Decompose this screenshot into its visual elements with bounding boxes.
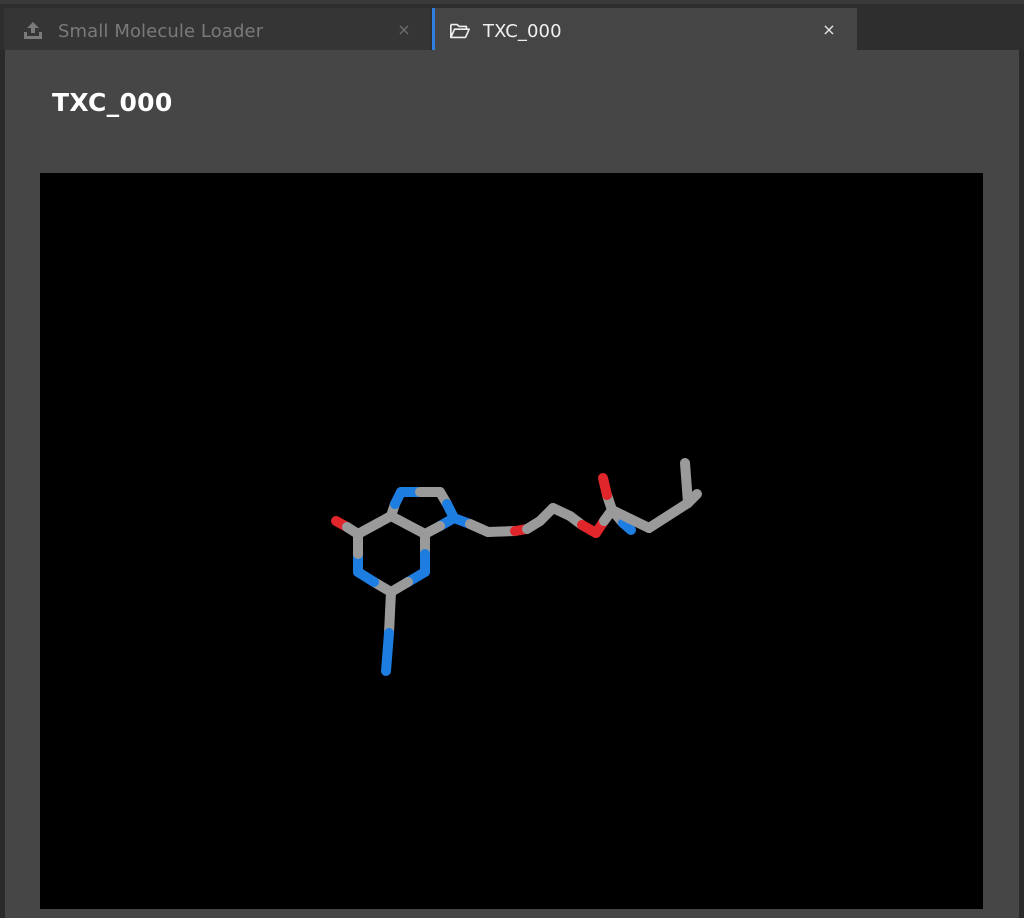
bond-cb-cg2 — [683, 489, 702, 508]
close-icon[interactable]: × — [394, 20, 414, 40]
tab-small-molecule-loader[interactable]: Small Molecule Loader × — [4, 8, 430, 54]
folder-open-icon — [449, 21, 471, 41]
molecule-structure[interactable] — [40, 173, 983, 909]
bond-c2-n2 — [384, 587, 396, 638]
close-icon[interactable]: × — [819, 20, 839, 40]
tab-label: Small Molecule Loader — [58, 20, 264, 42]
tab-txc-000[interactable]: TXC_000 × — [432, 8, 857, 54]
bond-n9-c4 — [420, 521, 445, 539]
bond-ca-cb — [644, 498, 693, 533]
tab-bar: Small Molecule Loader × TXC_000 × — [0, 0, 1024, 54]
bond-c6-c5 — [353, 511, 396, 539]
window-edge-right — [1019, 50, 1024, 918]
page-title: TXC_000 — [52, 88, 173, 117]
bond-ccarb-oc — [598, 473, 612, 500]
upload-icon — [22, 21, 44, 41]
molecule-panel: TXC_000 — [5, 50, 1019, 918]
app-window: Small Molecule Loader × TXC_000 × TXC_00… — [0, 0, 1024, 918]
bond-c5-c4 — [386, 511, 430, 539]
molecule-3d-viewer[interactable] — [40, 173, 983, 909]
bond-c2-n2 — [381, 628, 394, 676]
tab-label: TXC_000 — [483, 20, 562, 42]
